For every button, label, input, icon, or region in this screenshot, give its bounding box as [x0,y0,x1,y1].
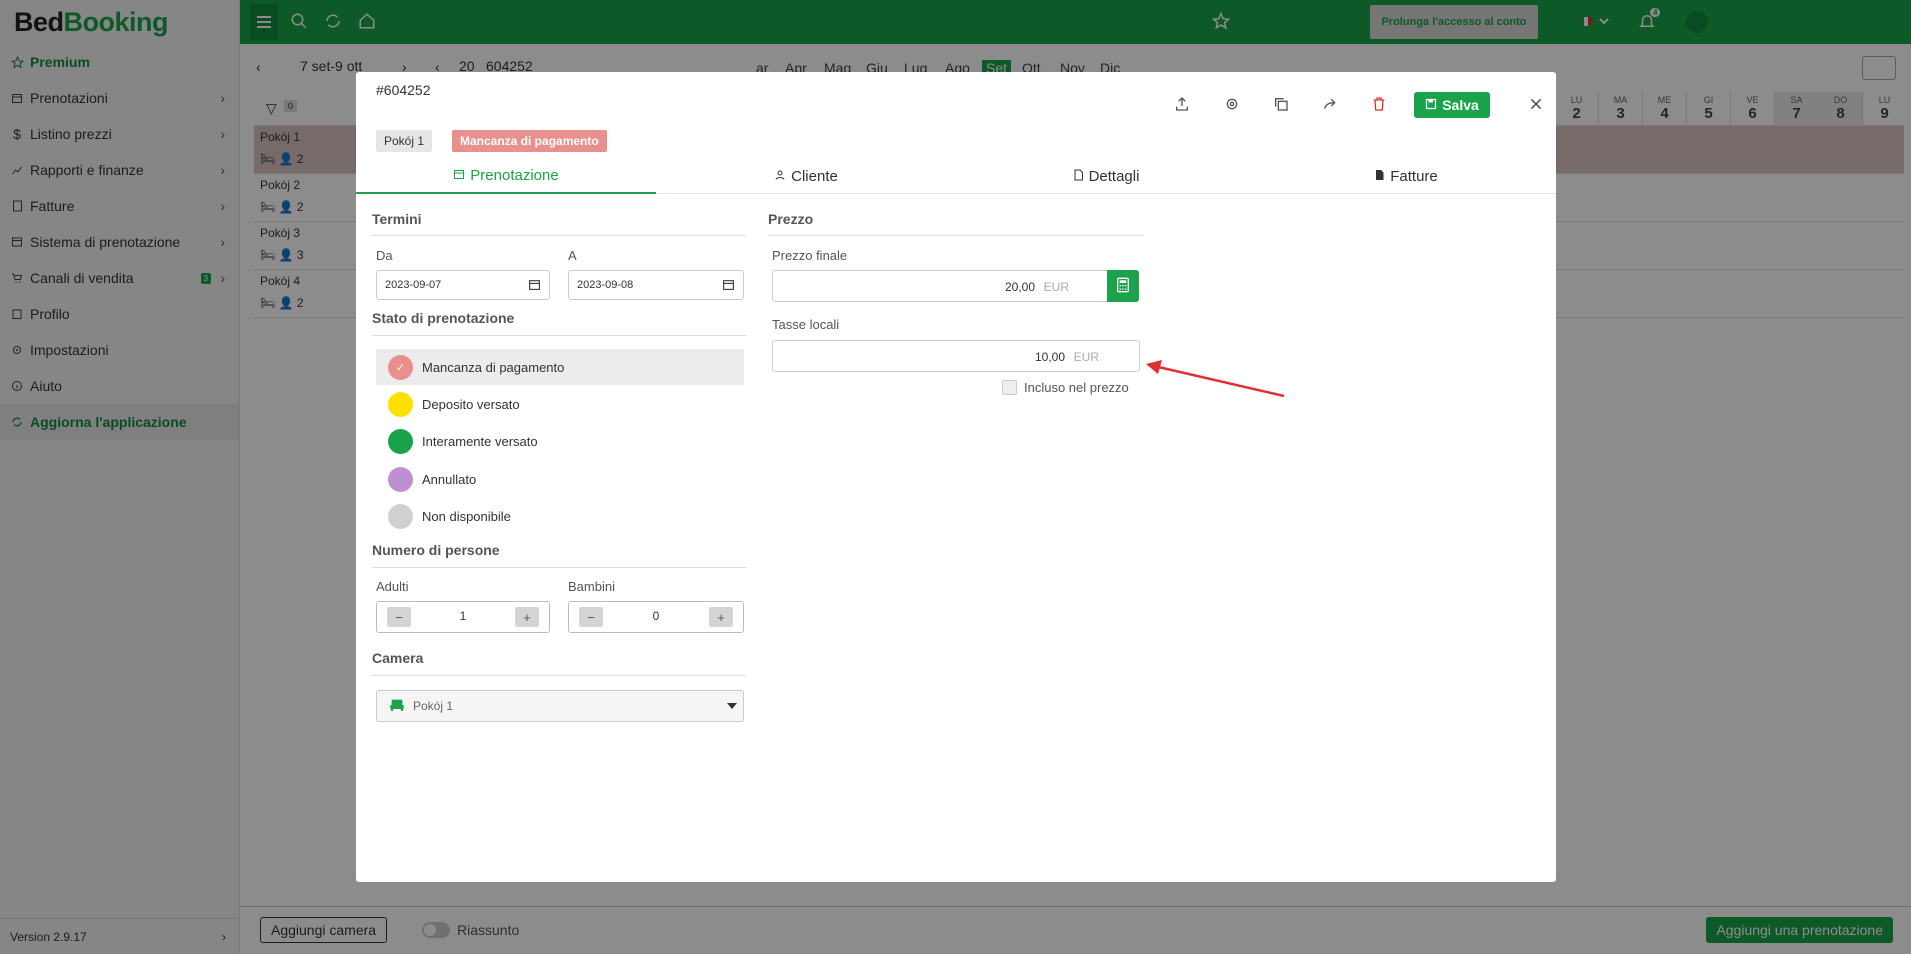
booking-modal: #604252 Pokój 1 Mancanza di pagamento Sa… [356,72,1556,882]
bed-icon [389,697,405,716]
final-price-value: 20,00 [1004,280,1035,294]
save-button[interactable]: Salva [1414,92,1490,118]
plus-icon[interactable]: + [515,607,539,627]
status-option-label: Non disponibile [422,508,511,524]
save-label: Salva [1442,97,1479,113]
room-select-value: Pokój 1 [413,699,454,713]
calculator-button[interactable] [1107,270,1139,302]
room-select[interactable]: Pokój 1 [376,690,744,722]
adults-label: Adulti [376,579,409,594]
section-divider [768,235,1144,236]
close-icon[interactable] [1526,94,1546,114]
plus-icon[interactable]: + [709,607,733,627]
annotation-arrow-icon [1146,360,1285,398]
from-date-value: 2023-09-07 [385,279,442,291]
from-date-input[interactable]: 2023-09-07 [376,270,550,300]
persons-section-title: Numero di persone [372,542,500,558]
status-chip-label: Mancanza di pagamento [460,134,599,148]
tab-label: Prenotazione [470,166,559,184]
status-option-label: Deposito versato [422,396,520,412]
local-tax-input[interactable]: 10,00 EUR [772,340,1140,372]
tab-label: Dettagli [1088,167,1140,185]
invoice-icon [1374,168,1385,185]
status-option-paid[interactable]: Interamente versato [376,423,744,459]
included-in-price-label: Incluso nel prezzo [1024,380,1129,395]
status-chip: Mancanza di pagamento [452,130,607,152]
children-label: Bambini [568,579,615,594]
section-divider [372,235,746,236]
from-label: Da [376,248,393,263]
section-divider [372,567,746,568]
currency-label: EUR [1073,350,1099,364]
status-dot [388,503,413,529]
children-stepper[interactable]: − 0 + [568,601,744,633]
status-option-cancelled[interactable]: Annullato [376,461,744,497]
status-option-label: Mancanza di pagamento [422,359,565,375]
copy-icon[interactable] [1271,94,1291,114]
price-section-title: Prezzo [768,211,814,227]
status-option-unavailable[interactable]: Non disponibile [376,498,744,534]
to-label: A [568,248,577,263]
status-option-label: Annullato [422,471,477,487]
to-date-input[interactable]: 2023-09-08 [568,270,744,300]
settings-gear-icon[interactable] [1222,94,1242,114]
tab-dettagli[interactable]: Dettagli [956,158,1256,194]
calendar-icon [528,278,541,294]
caret-down-icon [727,703,737,709]
trash-icon[interactable] [1369,94,1389,114]
status-dot [388,466,413,492]
calculator-icon [1116,277,1130,296]
user-icon [774,168,786,185]
tab-fatture[interactable]: Fatture [1256,158,1556,194]
export-icon[interactable] [1172,94,1192,114]
document-icon [1073,168,1084,185]
to-date-value: 2023-09-08 [577,279,634,291]
tab-prenotazione[interactable]: Prenotazione [356,158,656,194]
status-option-unpaid[interactable]: ✓ Mancanza di pagamento [376,349,744,385]
terms-section-title: Termini [372,211,422,227]
section-divider [372,675,746,676]
room-chip-label: Pokój 1 [384,134,425,148]
section-divider [372,335,746,336]
final-price-label: Prezzo finale [772,248,848,263]
booking-id: #604252 [376,82,431,98]
adults-stepper[interactable]: − 1 + [376,601,550,633]
currency-label: EUR [1043,280,1069,294]
local-tax-label: Tasse locali [772,317,840,332]
status-dot [388,391,413,417]
tab-label: Fatture [1390,167,1438,185]
final-price-input[interactable]: 20,00 EUR [772,270,1110,302]
status-dot [388,428,413,454]
calendar-icon [722,278,735,294]
tab-label: Cliente [791,167,838,185]
status-section-title: Stato di prenotazione [372,310,515,326]
local-tax-value: 10,00 [1034,350,1065,364]
share-forward-icon[interactable] [1320,94,1340,114]
room-chip: Pokój 1 [376,130,433,152]
tab-cliente[interactable]: Cliente [656,158,956,194]
included-in-price-checkbox[interactable] [1002,380,1017,395]
status-option-deposit[interactable]: Deposito versato [376,386,744,422]
calendar-icon [453,167,465,184]
check-icon: ✓ [388,354,413,380]
room-section-title: Camera [372,650,424,666]
status-option-label: Interamente versato [422,433,538,449]
booking-tabs: Prenotazione Cliente Dettagli Fatture [356,158,1556,194]
floppy-icon [1425,97,1437,113]
